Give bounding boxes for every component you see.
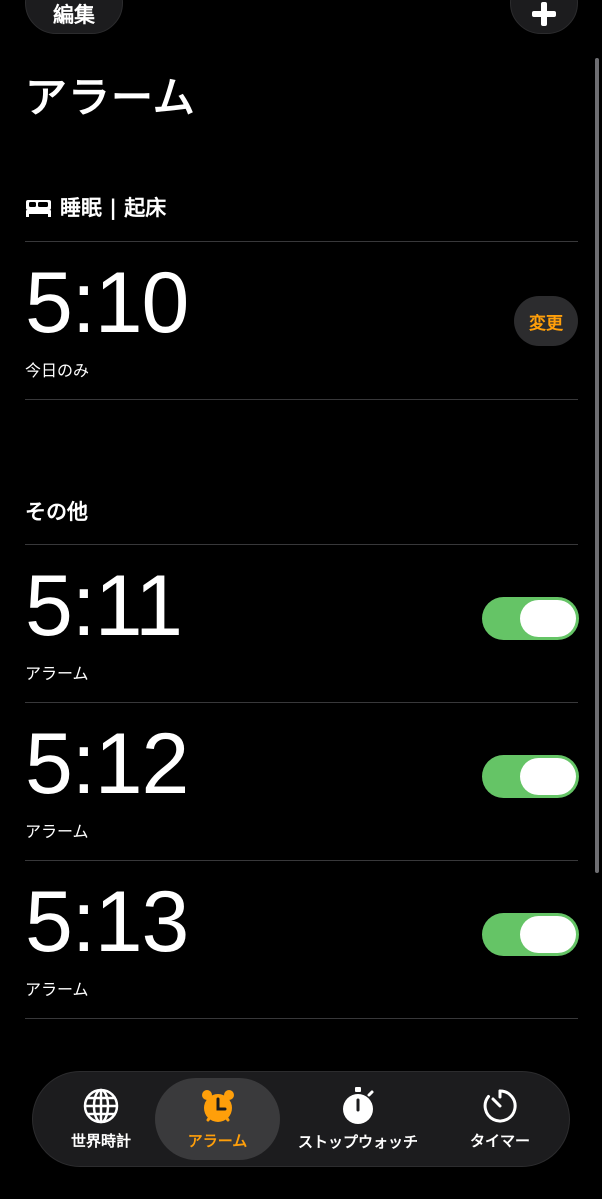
- alarm-time: 5:10: [25, 255, 189, 351]
- tab-world-clock[interactable]: 世界時計: [39, 1078, 163, 1160]
- alarm-toggle[interactable]: [482, 597, 579, 640]
- tab-label: アラーム: [187, 1131, 248, 1150]
- edit-button[interactable]: 編集: [25, 0, 123, 34]
- tab-alarm[interactable]: アラーム: [155, 1078, 280, 1160]
- tab-label: 世界時計: [70, 1131, 131, 1150]
- alarm-toggle[interactable]: [482, 913, 579, 956]
- alarm-row[interactable]: 5:13 アラーム: [25, 861, 579, 1019]
- edit-button-label: 編集: [53, 3, 95, 27]
- divider: [25, 1018, 578, 1019]
- globe-icon: [83, 1088, 119, 1123]
- toggle-knob: [520, 600, 576, 637]
- toggle-knob: [520, 916, 576, 953]
- sleep-section-label: 睡眠 | 起床: [60, 196, 167, 220]
- sleep-section-header: 睡眠 | 起床: [25, 192, 166, 222]
- tab-timer[interactable]: タイマー: [438, 1078, 562, 1160]
- bed-icon: [26, 200, 51, 217]
- plus-icon: [532, 2, 556, 26]
- sleep-alarm-row[interactable]: 5:10 今日のみ 変更: [25, 242, 578, 400]
- scrollbar[interactable]: [595, 58, 599, 873]
- tab-label: タイマー: [469, 1131, 530, 1150]
- alarm-label: アラーム: [25, 664, 89, 683]
- alarm-row[interactable]: 5:12 アラーム: [25, 703, 579, 861]
- alarm-toggle[interactable]: [482, 755, 579, 798]
- page-title: アラーム: [25, 73, 196, 122]
- tab-label: ストップウォッチ: [297, 1132, 418, 1151]
- add-alarm-button[interactable]: [510, 0, 578, 34]
- alarm-label: アラーム: [25, 980, 89, 999]
- alarm-time: 5:12: [25, 716, 189, 812]
- alarm-time: 5:13: [25, 874, 189, 970]
- toggle-knob: [520, 758, 576, 795]
- other-section-label: その他: [25, 500, 88, 524]
- alarm-label: 今日のみ: [25, 361, 90, 380]
- alarm-row[interactable]: 5:11 アラーム: [25, 545, 579, 703]
- change-button[interactable]: 変更: [514, 296, 578, 346]
- timer-icon: [483, 1088, 517, 1122]
- alarm-time: 5:11: [25, 558, 183, 654]
- other-section-header: その他: [25, 496, 88, 526]
- alarm-label: アラーム: [25, 822, 89, 841]
- alarm-clock-icon: [201, 1089, 234, 1122]
- divider: [25, 399, 578, 400]
- stopwatch-icon: [343, 1086, 374, 1124]
- tab-bar: 世界時計 アラーム ストップウォッチ タイマー: [32, 1071, 570, 1167]
- tab-stopwatch[interactable]: ストップウォッチ: [288, 1078, 428, 1160]
